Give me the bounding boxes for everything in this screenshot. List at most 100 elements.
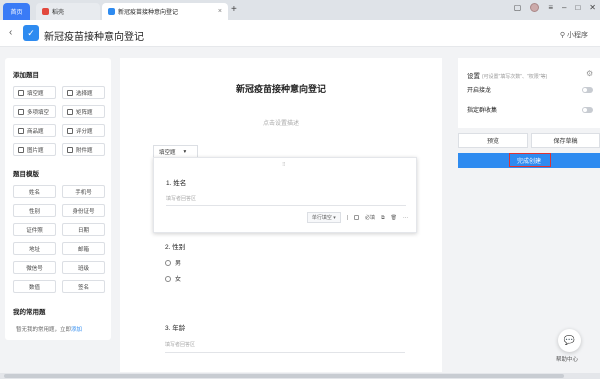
form-title[interactable]: 新冠疫苗接种意向登记 [120, 82, 442, 95]
trash-icon[interactable]: 🗑 [391, 215, 397, 221]
checkbox-icon [67, 89, 73, 96]
frequent-empty-text: 暂无我的常用题，立即添加 [16, 325, 82, 333]
question-card-active[interactable]: ⠿ 1. 姓名 填写者回答区 单行填空 ▾ | 必填 ⧉ 🗑 ··· [153, 157, 417, 233]
frequent-empty-label: 暂无我的常用题，立即 [16, 327, 72, 333]
input-type-label: 单行填空 [311, 215, 332, 221]
help-label[interactable]: 帮助中心 [556, 355, 578, 363]
settings-title: 设置 (可设置"填写次数"、"权限"等) [467, 70, 547, 80]
pen-icon [18, 89, 24, 96]
product-icon [18, 127, 24, 134]
template-date[interactable]: 日期 [62, 223, 105, 236]
qtype-tab-label: 填空题 [159, 149, 176, 156]
preview-button[interactable]: 预览 [458, 133, 528, 148]
add-image-button[interactable]: 图片题 [13, 143, 56, 156]
maximize-icon[interactable]: □ [575, 3, 580, 12]
form-icon [108, 8, 115, 15]
minimize-icon[interactable]: – [562, 3, 566, 12]
relay-toggle[interactable] [582, 86, 593, 93]
template-phone[interactable]: 手机号 [62, 185, 105, 198]
tab-close-icon[interactable]: × [218, 8, 222, 15]
question-label: 1. 姓名 [166, 177, 186, 187]
add-choice-button[interactable]: 选择题 [62, 86, 105, 99]
question-text: 性别 [172, 244, 186, 251]
template-id-number[interactable]: 身份证号 [62, 204, 105, 217]
template-email[interactable]: 邮箱 [62, 242, 105, 255]
drag-handle-icon[interactable]: ⠿ [282, 162, 287, 168]
settings-panel: 设置 (可设置"填写次数"、"权限"等) ⚙ 开启接龙 指定群收集 [458, 58, 600, 128]
browser-tab-bar: 首页 稻壳 新冠疫苗接种意向登记 × + ▢ ≡ – □ ✕ [0, 0, 600, 20]
qtype-label: 选择题 [76, 90, 93, 97]
tab-docer[interactable]: 稻壳 [36, 3, 100, 20]
template-id-photo[interactable]: 证件照 [13, 223, 56, 236]
avatar[interactable] [530, 3, 540, 12]
settings-hint: (可设置"填写次数"、"权限"等) [481, 74, 548, 80]
add-matrix-button[interactable]: 矩阵题 [62, 105, 105, 118]
add-fill-blank-button[interactable]: 填空题 [13, 86, 56, 99]
question-label: 2. 性别 [165, 241, 185, 251]
copy-icon[interactable]: ⧉ [381, 215, 385, 221]
template-address[interactable]: 地址 [13, 242, 56, 255]
group-collect-setting: 指定群收集 [467, 105, 593, 114]
highlight-box [509, 153, 551, 167]
option-female[interactable]: 女 [165, 274, 181, 283]
qtype-label: 附件题 [76, 147, 93, 154]
form-description[interactable]: 点击设置描述 [120, 118, 442, 127]
input-type-select[interactable]: 单行填空 ▾ [306, 212, 341, 223]
mini-program-label: 小程序 [567, 32, 588, 39]
answer-placeholder[interactable]: 填写者回答区 [166, 195, 406, 206]
chevron-down-icon: ▾ [183, 148, 187, 155]
add-attachment-button[interactable]: 附件题 [62, 143, 105, 156]
frequent-add-link[interactable]: 添加 [71, 327, 82, 333]
option-label: 男 [175, 261, 182, 267]
matrix-icon [67, 108, 73, 115]
template-wechat[interactable]: 微信号 [13, 261, 56, 274]
question-number: 3. [165, 325, 171, 332]
save-draft-button[interactable]: 保存草稿 [531, 133, 600, 148]
tab-home[interactable]: 首页 [3, 3, 30, 20]
template-title: 题目模版 [13, 171, 39, 178]
qtype-label: 填空题 [27, 90, 44, 97]
menu-icon[interactable]: ≡ [548, 3, 553, 12]
add-product-button[interactable]: 商品题 [13, 124, 56, 137]
qtype-label: 评分题 [76, 128, 93, 135]
option-male[interactable]: 男 [165, 258, 181, 267]
app-header: ‹ ✓ 新冠疫苗接种意向登记 ⚲ 小程序 [0, 20, 600, 47]
question-type-dropdown[interactable]: 填空题 ▾ [153, 145, 198, 157]
add-multi-blank-button[interactable]: 多项填空 [13, 105, 56, 118]
template-name[interactable]: 姓名 [13, 185, 56, 198]
new-tab-button[interactable]: + [231, 4, 237, 15]
image-icon [18, 146, 24, 153]
tab-form[interactable]: 新冠疫苗接种意向登记 × [102, 3, 228, 20]
question-label: 3. 年龄 [165, 322, 185, 332]
gear-icon[interactable]: ⚙ [586, 69, 593, 78]
template-class[interactable]: 班级 [62, 261, 105, 274]
multi-blank-icon [18, 108, 24, 115]
form-canvas: 新冠疫苗接种意向登记 点击设置描述 填空题 ▾ ⠿ 1. 姓名 填写者回答区 单行… [120, 58, 442, 372]
template-gender[interactable]: 性别 [13, 204, 56, 217]
template-number[interactable]: 数值 [13, 280, 56, 293]
settings-title-label: 设置 [467, 73, 480, 80]
template-signature[interactable]: 签名 [62, 280, 105, 293]
group-collect-toggle[interactable] [582, 106, 593, 113]
qtype-label: 矩阵题 [76, 109, 93, 116]
qtype-label: 多项填空 [27, 109, 50, 116]
relay-setting: 开启接龙 [467, 85, 593, 94]
split-view-icon[interactable]: ▢ [514, 3, 522, 12]
paperclip-icon [67, 146, 73, 153]
close-window-icon[interactable]: ✕ [589, 3, 596, 12]
more-icon[interactable]: ··· [403, 215, 408, 221]
add-rating-button[interactable]: 评分题 [62, 124, 105, 137]
docer-icon [42, 8, 49, 15]
help-icon[interactable]: 💬 [558, 329, 581, 352]
window-controls: ▢ ≡ – □ ✕ [514, 3, 596, 12]
back-icon[interactable]: ‹ [9, 27, 12, 38]
mini-program-button[interactable]: ⚲ 小程序 [560, 30, 588, 40]
question-toolbar: 单行填空 ▾ | 必填 ⧉ 🗑 ··· [154, 210, 416, 225]
group-collect-label: 指定群收集 [467, 108, 498, 114]
required-checkbox[interactable] [354, 215, 360, 220]
star-icon [67, 127, 73, 134]
answer-placeholder[interactable]: 填写者回答区 [165, 341, 405, 353]
horizontal-scrollbar[interactable] [0, 373, 600, 379]
tab-form-label: 新冠疫苗接种意向登记 [118, 10, 179, 16]
scrollbar-thumb[interactable] [4, 374, 564, 378]
